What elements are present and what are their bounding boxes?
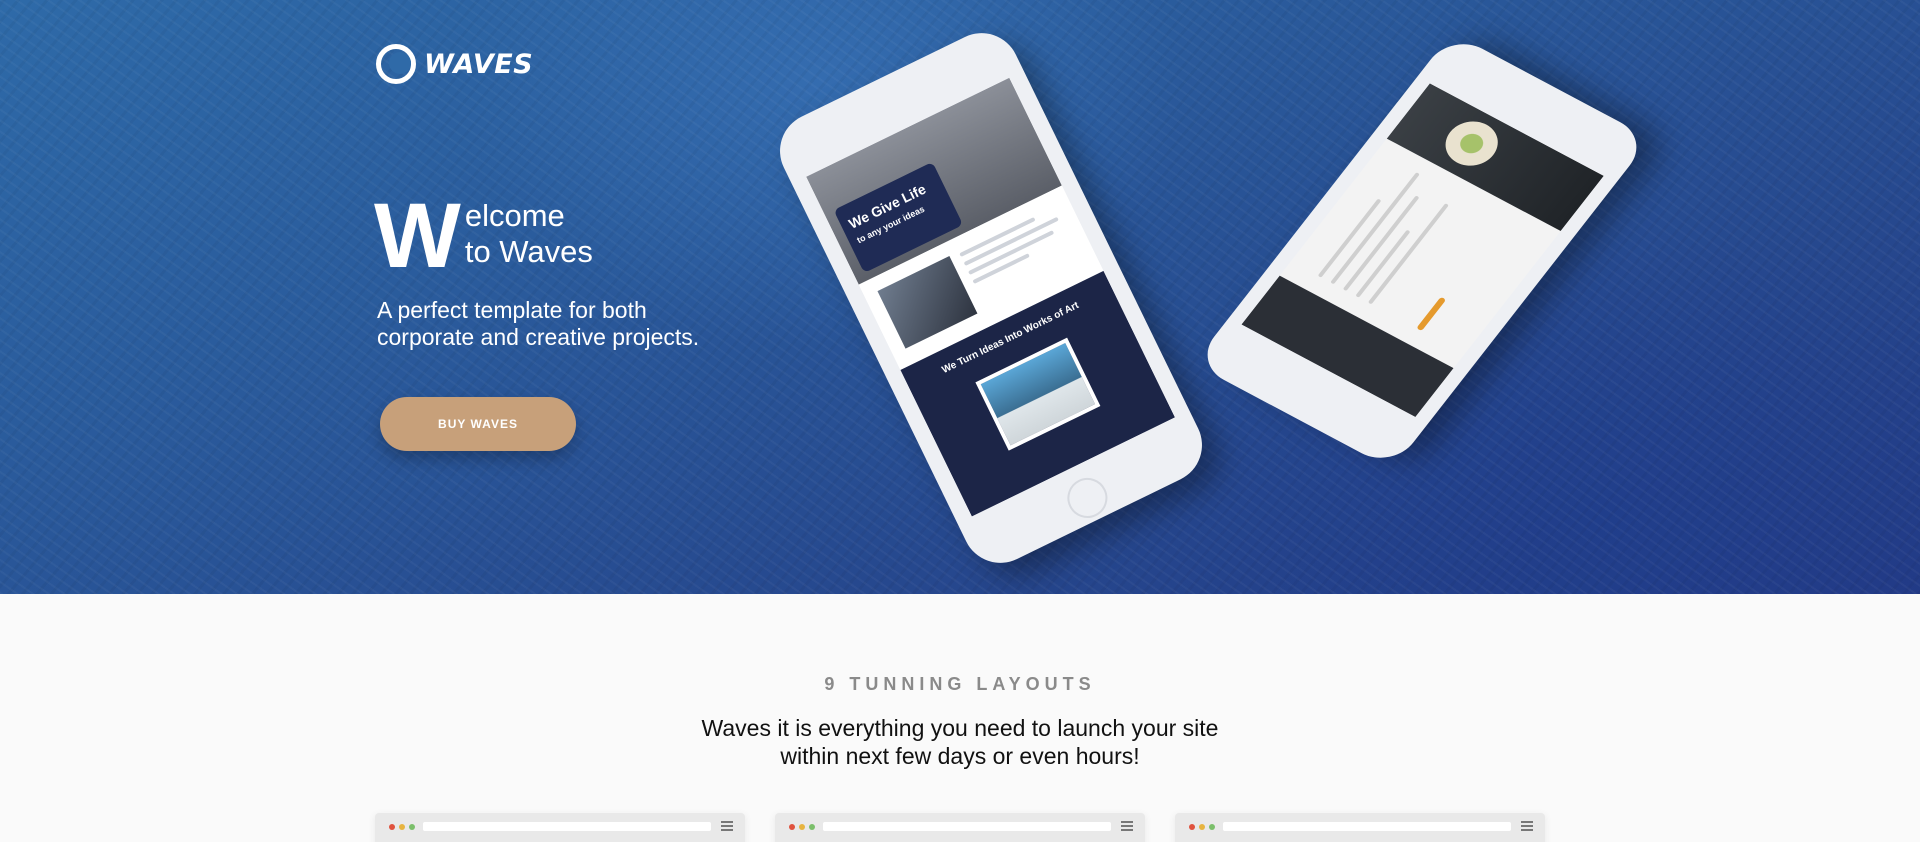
hero-heading-line1: elcome (464, 198, 565, 233)
landscape-text-lines (1317, 165, 1467, 309)
menu-icon (1121, 821, 1133, 831)
layouts-section: 9 TUNNING LAYOUTS Waves it is everything… (0, 594, 1920, 842)
hero-big-letter: W (374, 185, 461, 287)
browser-dot-icon (1189, 824, 1195, 830)
layout-preview-1[interactable] (375, 813, 745, 842)
address-bar (423, 822, 711, 831)
phone-screen-landscape (1241, 83, 1604, 418)
browser-dot-icon (389, 824, 395, 830)
phone-mockup-landscape (1193, 32, 1651, 470)
hero-heading-line2: to Waves (464, 234, 593, 269)
house-image (877, 255, 978, 349)
address-bar (1223, 822, 1511, 831)
phone-mockup-portrait: We Give Life to any your ideas We Turn Id… (767, 20, 1215, 576)
browser-dots (389, 824, 415, 830)
layout-preview-2[interactable] (775, 813, 1145, 842)
hero-subtitle-line1: A perfect template for both (377, 297, 647, 323)
hero-section: WAVES W elcome to Waves A perfect templa… (0, 0, 1920, 594)
browser-dot-icon (1209, 824, 1215, 830)
browser-dot-icon (799, 824, 805, 830)
layout-preview-3[interactable] (1175, 813, 1545, 842)
browser-dot-icon (1199, 824, 1205, 830)
menu-icon (1521, 821, 1533, 831)
browser-dots (789, 824, 815, 830)
hero-heading: W elcome to Waves (374, 185, 593, 287)
hero-heading-lines: elcome to Waves (465, 196, 593, 270)
address-bar (823, 822, 1111, 831)
phone-screen: We Give Life to any your ideas We Turn Id… (806, 77, 1175, 517)
browser-dots (1189, 824, 1215, 830)
landscape-accent (1416, 296, 1447, 332)
home-button-icon (1060, 471, 1115, 525)
browser-dot-icon (789, 824, 795, 830)
logo-text: WAVES (424, 48, 534, 80)
hero-subtitle-line2: corporate and creative projects. (377, 324, 700, 350)
menu-icon (721, 821, 733, 831)
hero-subtitle: A perfect template for both corporate an… (377, 297, 797, 351)
logo[interactable]: WAVES (376, 44, 533, 84)
browser-dot-icon (399, 824, 405, 830)
section-title-line2: within next few days or even hours! (780, 743, 1140, 769)
buy-waves-button[interactable]: BUY WAVES (380, 397, 576, 451)
browser-dot-icon (809, 824, 815, 830)
logo-mark-icon (376, 44, 416, 84)
section-title-line1: Waves it is everything you need to launc… (701, 715, 1219, 741)
pool-image (975, 337, 1101, 451)
section-label: 9 TUNNING LAYOUTS (824, 674, 1096, 694)
browser-dot-icon (409, 824, 415, 830)
landscape-dark-panel (1241, 275, 1454, 418)
section-title: Waves it is everything you need to launc… (560, 714, 1360, 770)
